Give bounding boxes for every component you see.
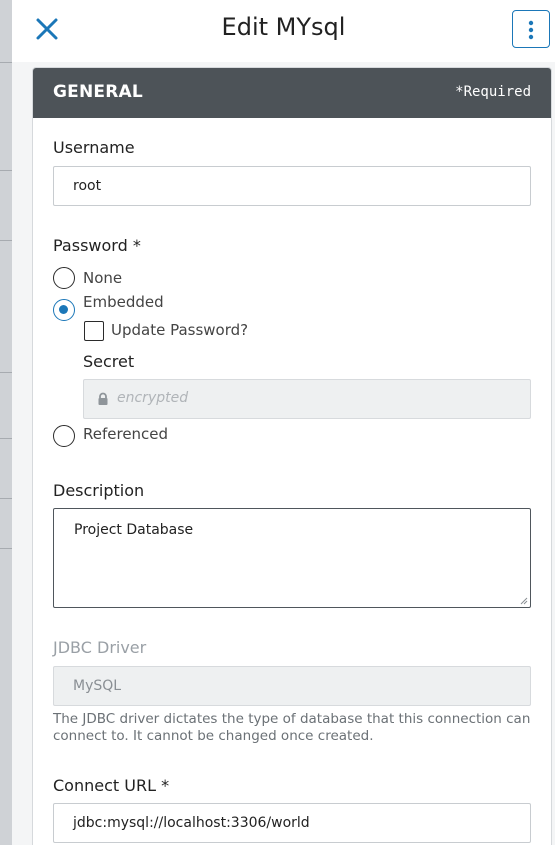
password-label: Password * — [53, 236, 141, 255]
update-password-label: Update Password? — [111, 321, 249, 339]
panel-header: Edit MYsql — [12, 0, 555, 62]
general-section-card: GENERAL *Required Username root Password… — [32, 67, 552, 845]
username-input[interactable]: root — [53, 166, 531, 206]
secret-placeholder: encrypted — [117, 390, 189, 406]
lock-icon — [98, 392, 108, 405]
connect-url-input[interactable]: jdbc:mysql://localhost:3306/world — [53, 803, 531, 843]
connect-url-label: Connect URL * — [53, 776, 170, 795]
jdbc-driver-label: JDBC Driver — [53, 638, 147, 657]
username-label: Username — [53, 138, 135, 157]
password-referenced-label: Referenced — [83, 425, 169, 443]
password-none-radio[interactable] — [53, 267, 75, 289]
password-referenced-radio[interactable] — [53, 425, 75, 447]
description-value: Project Database — [74, 522, 194, 538]
description-label: Description — [53, 481, 145, 500]
secret-label: Secret — [83, 352, 135, 371]
description-textarea[interactable]: Project Database — [53, 508, 531, 608]
password-none-label: None — [83, 269, 123, 287]
jdbc-driver-help: The JDBC driver dictates the type of dat… — [53, 711, 531, 744]
jdbc-driver-field: MySQL — [53, 666, 531, 706]
section-header: GENERAL *Required — [33, 68, 551, 118]
more-vertical-icon — [528, 20, 534, 40]
edit-panel: Edit MYsql GENERAL *Required Username ro… — [12, 0, 555, 845]
page-title: Edit MYsql — [221, 13, 346, 41]
more-options-button[interactable] — [512, 10, 550, 48]
section-title: GENERAL — [53, 82, 143, 102]
password-embedded-radio[interactable] — [53, 299, 75, 321]
required-note: *Required — [455, 84, 531, 100]
resize-grip-icon[interactable] — [518, 595, 528, 605]
background-page-strip — [0, 0, 12, 845]
secret-field: encrypted — [83, 379, 531, 419]
password-embedded-label: Embedded — [83, 293, 164, 311]
update-password-checkbox[interactable] — [84, 321, 104, 341]
